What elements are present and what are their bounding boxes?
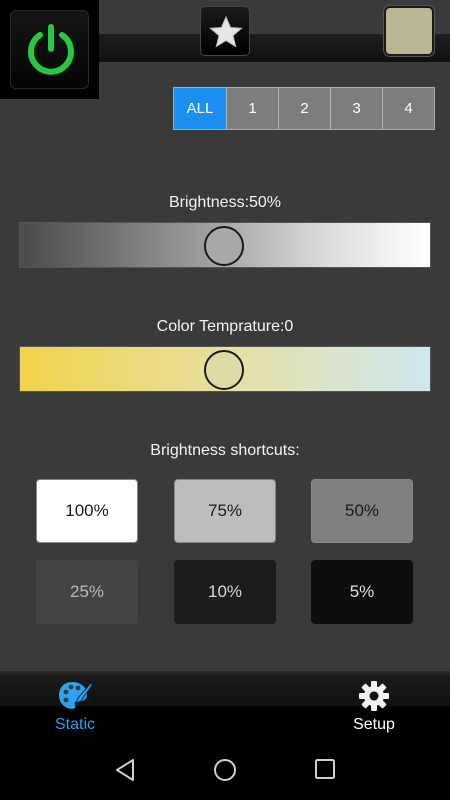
group-1-button[interactable]: 1 — [226, 88, 278, 129]
tab-static-label: Static — [54, 716, 95, 733]
shortcut-50-button[interactable]: 50% — [311, 479, 413, 543]
shortcut-5-button[interactable]: 5% — [311, 560, 413, 624]
power-area — [0, 0, 99, 99]
color-temperature-slider[interactable] — [19, 346, 431, 392]
back-icon[interactable] — [114, 758, 136, 782]
gear-icon — [359, 681, 389, 711]
color-temperature-label: Color Temprature:0 — [156, 318, 294, 335]
home-icon[interactable] — [213, 758, 237, 782]
android-nav-bar — [0, 740, 450, 800]
power-button[interactable] — [10, 10, 89, 89]
palette-icon — [59, 682, 93, 709]
current-color-swatch[interactable] — [384, 6, 434, 56]
color-temperature-slider-thumb[interactable] — [204, 350, 244, 390]
shortcut-10-button[interactable]: 10% — [174, 560, 276, 624]
group-all-button[interactable]: ALL — [174, 88, 226, 129]
shortcut-25-button[interactable]: 25% — [36, 560, 138, 624]
group-3-button[interactable]: 3 — [330, 88, 382, 129]
brightness-shortcuts-title: Brightness shortcuts: — [150, 442, 300, 459]
group-2-button[interactable]: 2 — [278, 88, 330, 129]
brightness-slider-thumb[interactable] — [204, 226, 244, 266]
shortcut-75-button[interactable]: 75% — [174, 479, 276, 543]
app-screen: ALL 1 2 3 4 Brightness:50% Color Temprat… — [0, 0, 450, 706]
group-selector: ALL 1 2 3 4 — [173, 87, 435, 130]
tab-setup[interactable]: Setup — [324, 680, 424, 734]
brightness-slider[interactable] — [19, 222, 431, 268]
shortcut-100-button[interactable]: 100% — [36, 479, 138, 543]
recents-icon[interactable] — [314, 758, 336, 780]
favorite-button[interactable] — [200, 6, 250, 56]
group-4-button[interactable]: 4 — [382, 88, 434, 129]
brightness-label: Brightness:50% — [168, 194, 282, 211]
star-icon — [209, 15, 243, 48]
power-icon — [28, 24, 74, 75]
tab-setup-label: Setup — [353, 716, 395, 733]
tab-static[interactable]: Static — [25, 680, 125, 734]
